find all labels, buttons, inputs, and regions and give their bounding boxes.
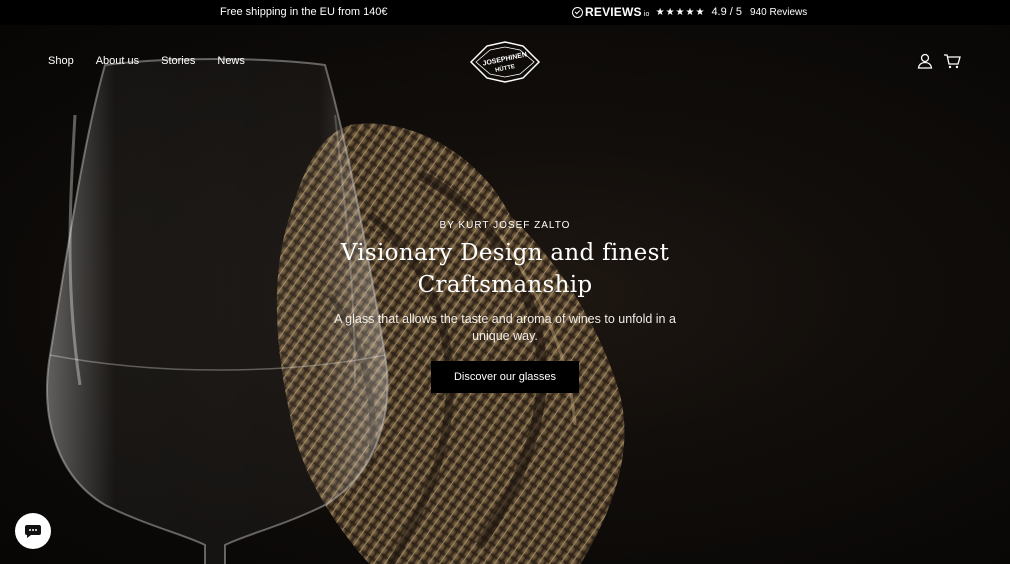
review-count: 940 Reviews (750, 6, 808, 18)
cart-icon[interactable] (943, 53, 961, 69)
hero-content: BY KURT JOSEF ZALTO Visionary Design and… (0, 220, 1010, 393)
reviews-logo: REVIEWS io (572, 5, 650, 19)
reviews-widget[interactable]: REVIEWS io ★★★★★ 4.9 / 5 940 Reviews (572, 5, 807, 19)
shipping-notice: Free shipping in the EU from 140€ (220, 6, 388, 18)
hero-eyebrow: BY KURT JOSEF ZALTO (439, 220, 571, 231)
main-nav: Shop About us Stories News (48, 55, 245, 67)
nav-stories[interactable]: Stories (161, 55, 195, 67)
chat-button[interactable] (15, 513, 51, 549)
hero-subtext: A glass that allows the taste and aroma … (334, 312, 676, 343)
rating-value: 4.9 / 5 (711, 6, 743, 18)
nav-about-us[interactable]: About us (96, 55, 139, 67)
hero-headline: Visionary Design and finest Craftsmanshi… (340, 240, 670, 298)
announcement-bar: Free shipping in the EU from 140€ REVIEW… (0, 0, 1010, 25)
user-icon[interactable] (917, 53, 933, 69)
nav-news[interactable]: News (217, 55, 245, 67)
discover-glasses-button[interactable]: Discover our glasses (430, 361, 580, 393)
rating-stars: ★★★★★ (655, 6, 706, 18)
reviews-check-icon (572, 6, 583, 18)
brand-logo[interactable]: JOSEPHINEN HÜTTE (467, 40, 543, 84)
nav-shop[interactable]: Shop (48, 55, 74, 67)
svg-text:HÜTTE: HÜTTE (495, 63, 516, 74)
chat-icon (25, 525, 41, 538)
hero-section: Shop About us Stories News JOSEPHINEN HÜ… (0, 25, 1010, 564)
header-icons (917, 53, 961, 69)
